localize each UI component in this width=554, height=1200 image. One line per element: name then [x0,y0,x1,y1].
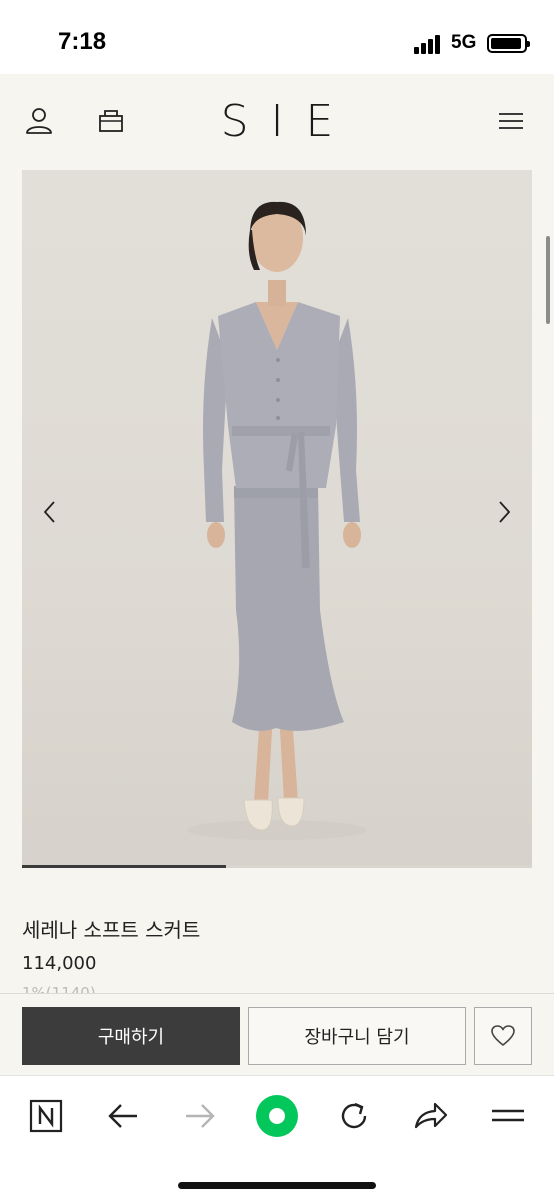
share-icon[interactable] [409,1094,453,1138]
browser-toolbar [0,1075,554,1200]
gallery-progress-track [22,865,532,868]
add-to-cart-label: 장바구니 담기 [304,1027,410,1048]
add-to-cart-button[interactable]: 장바구니 담기 [248,1007,466,1065]
wishlist-button[interactable] [474,1007,532,1065]
status-bar: 7:18 5G [0,0,554,74]
status-time: 7:18 [58,28,107,55]
green-dot-icon[interactable] [255,1094,299,1138]
back-arrow-icon[interactable] [101,1094,145,1138]
brand-logo[interactable]: SIE [0,96,554,147]
gallery-progress-fill [22,865,226,868]
page-scrollbar[interactable] [546,236,550,324]
site-header: SIE [0,74,554,170]
heart-icon [491,1025,515,1046]
chevron-right-icon[interactable] [490,492,518,532]
chevron-left-icon[interactable] [36,492,64,532]
signal-bars-icon [414,34,444,54]
hamburger-menu-icon[interactable] [496,106,526,136]
product-image[interactable] [22,170,532,868]
product-price: 114,000 [22,953,97,974]
buy-button-label: 구매하기 [97,1027,165,1048]
model-photo [187,201,367,840]
network-label: 5G [451,32,477,53]
buy-button[interactable]: 구매하기 [22,1007,240,1065]
reload-icon[interactable] [332,1094,376,1138]
purchase-bar: 구매하기 장바구니 담기 [0,993,554,1075]
forward-arrow-icon [178,1094,222,1138]
home-indicator [178,1182,376,1189]
product-name: 세레나 소프트 스커트 [22,918,201,942]
menu-lines-icon[interactable] [486,1094,530,1138]
battery-icon [487,34,530,53]
naver-icon[interactable] [24,1094,68,1138]
